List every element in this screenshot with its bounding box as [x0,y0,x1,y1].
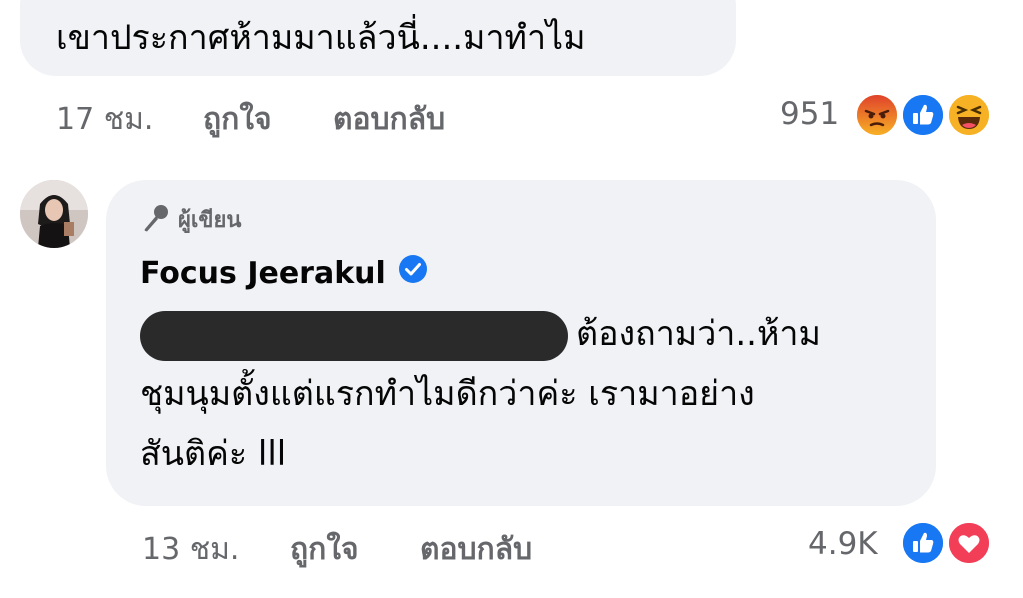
author-name[interactable]: Focus Jeerakul [140,254,428,292]
comment-text-line2: ชุมนุมตั้งแต่แรกทำไมดีกว่าค่ะ เรามาอย่าง [140,374,755,414]
like-button[interactable]: ถูกใจ [290,526,359,573]
comment-text-line3: สันติค่ะ lll [140,434,287,474]
author-name-text[interactable]: Focus Jeerakul [140,256,386,291]
comment-text: ต้องถามว่า..ห้าม ชุมนุมตั้งแต่แรกทำไมดีก… [140,304,900,484]
author-badge-label: ผู้เขียน [178,208,242,233]
like-button[interactable]: ถูกใจ [203,96,272,143]
comment-bubble: เขาประกาศห้ามมาแล้วนี่....มาทำไม [20,0,736,76]
reply-button[interactable]: ตอบกลับ [420,526,532,573]
author-badge: ผู้เขียน [140,202,241,237]
comment-timestamp[interactable]: 13 ชม. [142,526,239,573]
reply-button[interactable]: ตอบกลับ [333,96,445,143]
like-icon [900,92,946,138]
redacted-mention [140,310,568,361]
haha-icon [946,92,992,138]
verified-badge-icon [398,254,428,292]
comment-bubble: ผู้เขียน Focus Jeerakul ต้องถามว่า..ห้าม… [106,180,936,506]
like-icon [900,520,946,566]
angry-icon [854,92,900,138]
avatar[interactable] [20,180,88,248]
comment-text-line1: ต้องถามว่า..ห้าม [576,314,821,354]
reaction-count[interactable]: 4.9K [808,526,878,562]
love-icon [946,520,992,566]
microphone-icon [140,203,170,237]
reaction-count[interactable]: 951 [780,96,839,132]
comment-text: เขาประกาศห้ามมาแล้วนี่....มาทำไม [56,18,586,58]
comment-timestamp[interactable]: 17 ชม. [56,96,153,143]
